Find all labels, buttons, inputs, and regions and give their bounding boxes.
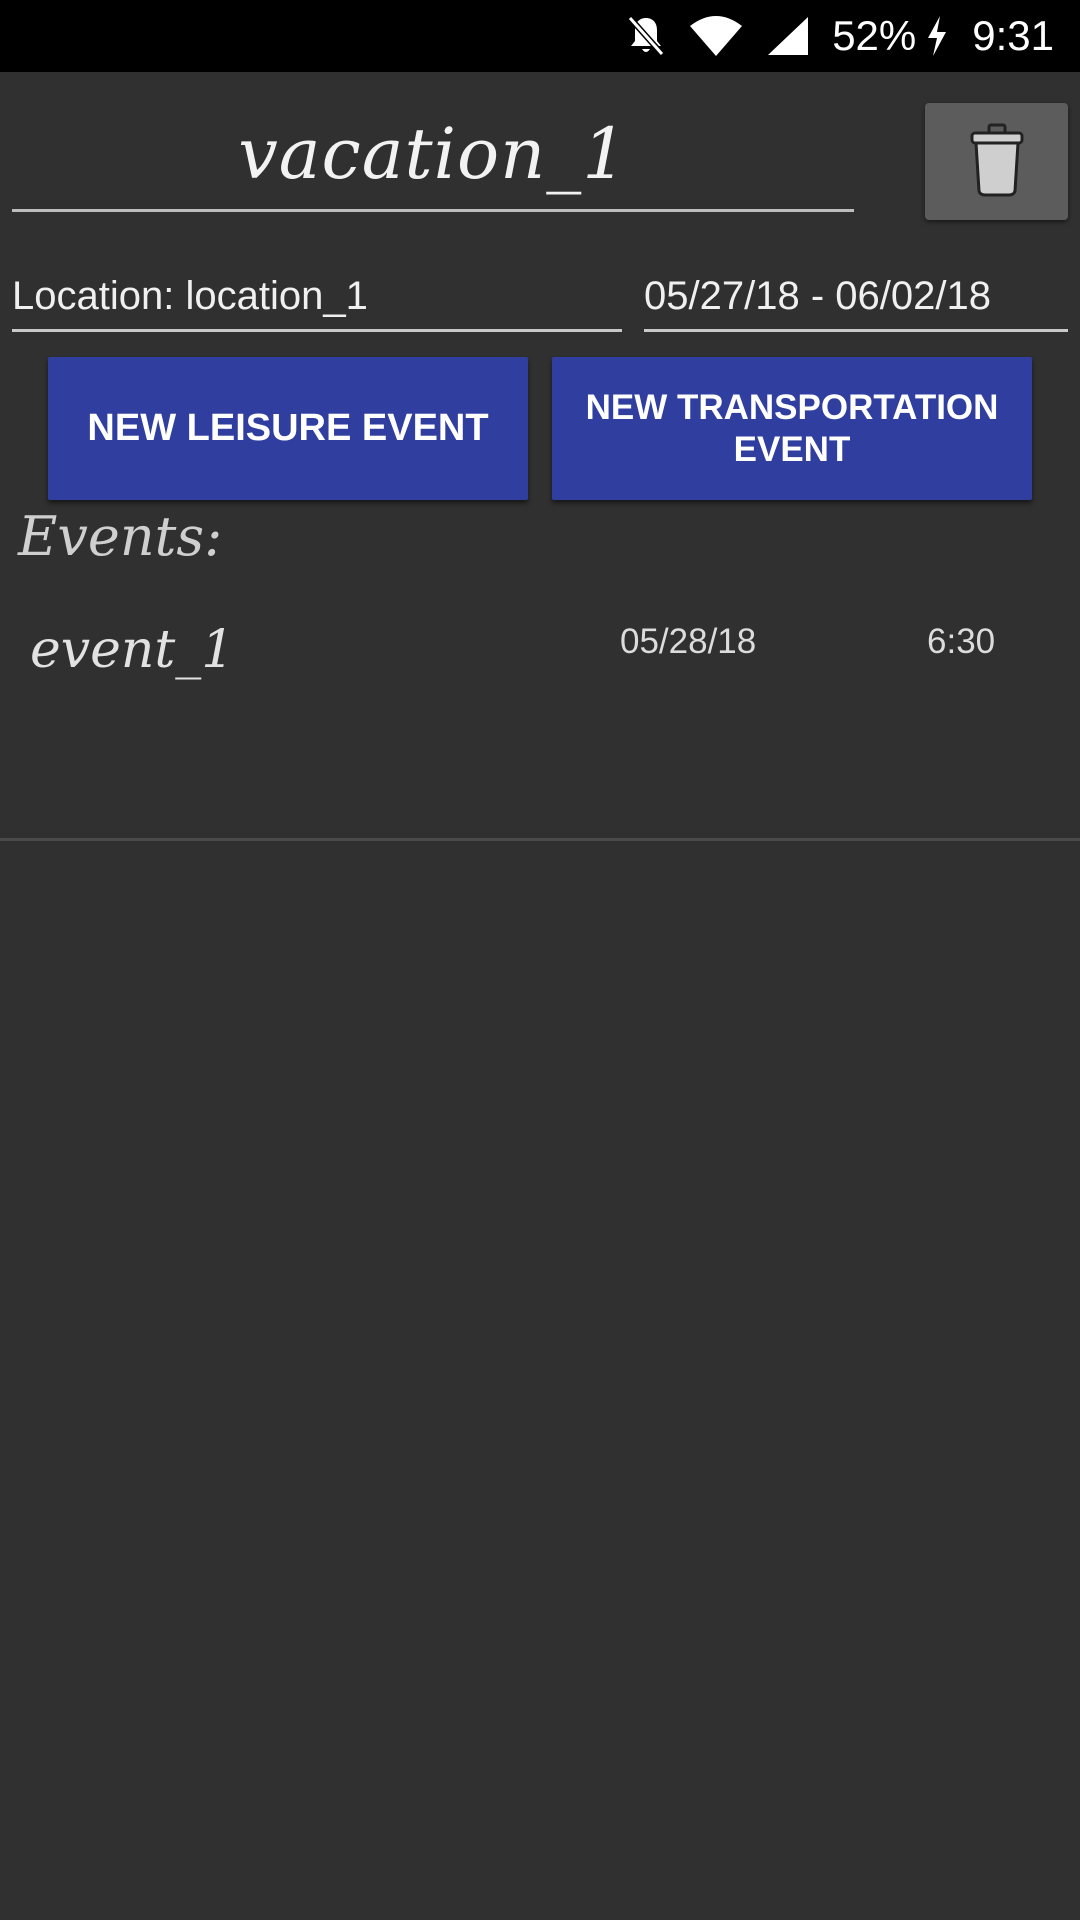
bell-off-icon bbox=[626, 14, 666, 58]
new-transportation-event-label: NEW TRANSPORTATION EVENT bbox=[585, 387, 999, 469]
location-field[interactable]: Location: location_1 bbox=[12, 270, 622, 332]
status-bar: 52% 9:31 bbox=[0, 0, 1080, 72]
new-leisure-event-label: NEW LEISURE EVENT bbox=[87, 407, 489, 449]
event-date: 05/28/18 bbox=[620, 622, 757, 661]
event-time: 6:30 bbox=[927, 622, 996, 661]
signal-icon bbox=[766, 15, 810, 57]
location-text: Location: location_1 bbox=[12, 274, 368, 318]
new-transportation-event-button[interactable]: NEW TRANSPORTATION EVENT bbox=[552, 357, 1032, 500]
battery-percent: 52% bbox=[832, 12, 917, 59]
date-range-field[interactable]: 05/27/18 - 06/02/18 bbox=[644, 270, 1068, 332]
clock: 9:31 bbox=[972, 12, 1054, 59]
list-item[interactable]: event_1 05/28/18 6:30 bbox=[0, 600, 1080, 700]
date-range-text: 05/27/18 - 06/02/18 bbox=[644, 274, 991, 318]
events-heading: Events: bbox=[18, 505, 223, 568]
trip-title: vacation_1 bbox=[238, 112, 628, 195]
delete-trip-button[interactable] bbox=[925, 103, 1068, 220]
trash-icon bbox=[969, 123, 1025, 201]
charging-icon bbox=[924, 14, 950, 58]
new-leisure-event-button[interactable]: NEW LEISURE EVENT bbox=[48, 357, 528, 500]
wifi-icon bbox=[688, 14, 744, 58]
trip-title-field[interactable]: vacation_1 bbox=[12, 98, 854, 212]
event-name: event_1 bbox=[30, 620, 235, 680]
divider bbox=[0, 838, 1080, 841]
